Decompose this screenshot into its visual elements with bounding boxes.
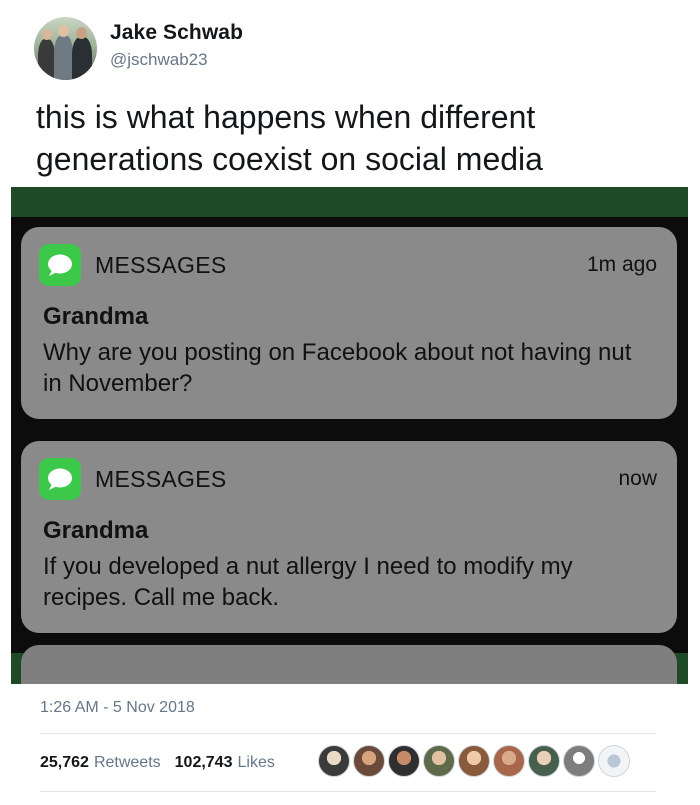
tweet-timestamp[interactable]: 1:26 AM - 5 Nov 2018 (40, 699, 195, 717)
liker-avatars (318, 745, 633, 777)
likes-label[interactable]: Likes (237, 754, 274, 772)
notification-app-name: MESSAGES (95, 251, 227, 278)
author-handle[interactable]: @jschwab23 (110, 50, 243, 70)
notification-sender: Grandma (43, 517, 149, 544)
notification-time: 1m ago (586, 253, 657, 276)
notification-message: Why are you posting on Facebook about no… (43, 339, 632, 397)
tweet-header: Jake Schwab @jschwab23 (34, 17, 243, 81)
avatar[interactable] (34, 17, 97, 80)
liker-avatar[interactable] (353, 745, 385, 777)
notification-card-partial (21, 645, 677, 684)
author-name[interactable]: Jake Schwab (110, 21, 243, 45)
messages-bubble-icon (39, 458, 81, 500)
liker-avatar[interactable] (458, 745, 490, 777)
liker-avatar[interactable] (598, 745, 630, 777)
notification-message: If you developed a nut allergy I need to… (43, 553, 573, 611)
liker-avatar[interactable] (318, 745, 350, 777)
tweet-media-image[interactable]: MESSAGES 1m ago Grandma Why are you post… (11, 187, 688, 684)
retweets-label[interactable]: Retweets (94, 754, 161, 772)
notification-app-name: MESSAGES (95, 465, 227, 492)
notification-sender: Grandma (43, 303, 149, 330)
messages-bubble-icon (39, 244, 81, 286)
liker-avatar[interactable] (423, 745, 455, 777)
liker-avatar[interactable] (528, 745, 560, 777)
notification-card: MESSAGES 1m ago Grandma Why are you post… (21, 227, 677, 419)
liker-avatar[interactable] (493, 745, 525, 777)
liker-avatar[interactable] (563, 745, 595, 777)
retweets-count[interactable]: 25,762 (40, 754, 89, 772)
divider (40, 733, 656, 734)
tweet-text: this is what happens when different gene… (36, 99, 543, 177)
divider (40, 791, 656, 792)
phone-lockscreen: MESSAGES 1m ago Grandma Why are you post… (11, 217, 688, 653)
notification-time: now (618, 467, 657, 490)
likes-count[interactable]: 102,743 (175, 754, 233, 772)
notification-card: MESSAGES now Grandma If you developed a … (21, 441, 677, 633)
liker-avatar[interactable] (388, 745, 420, 777)
tweet-stats: 25,762 Retweets 102,743 Likes (40, 751, 289, 775)
